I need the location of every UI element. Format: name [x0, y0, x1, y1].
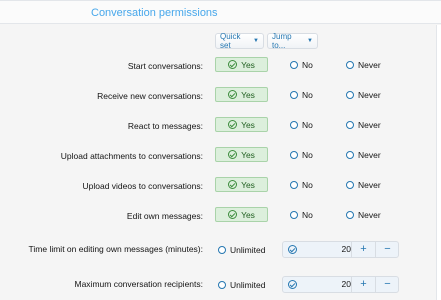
yes-label: Yes [241, 89, 255, 100]
no-option[interactable]: No [290, 150, 313, 160]
radio-circle-icon [290, 61, 298, 69]
never-option[interactable]: Never [346, 120, 381, 130]
permission-label: Upload attachments to conversations: [60, 151, 203, 161]
never-label: Never [358, 180, 381, 190]
check-circle-icon [228, 210, 238, 219]
yes-label: Yes [241, 209, 255, 220]
check-circle-icon [287, 245, 297, 254]
no-label: No [302, 90, 313, 100]
radio-circle-icon [218, 281, 226, 289]
unlimited-label: Unlimited [230, 280, 266, 290]
no-label: No [302, 60, 313, 70]
check-circle-icon [228, 180, 238, 189]
permission-label: React to messages: [127, 121, 203, 131]
no-option[interactable]: No [290, 180, 313, 190]
unlimited-option[interactable]: Unlimited [218, 245, 265, 255]
enabled-toggle[interactable] [285, 244, 299, 255]
check-circle-icon [228, 90, 238, 99]
no-label: No [302, 180, 313, 190]
radio-circle-icon [290, 211, 298, 219]
no-option[interactable]: No [290, 120, 313, 130]
yes-option[interactable]: Yes [215, 117, 268, 132]
radio-circle-icon [218, 246, 226, 254]
no-label: No [302, 210, 313, 220]
yes-option[interactable]: Yes [215, 207, 268, 222]
permission-label: Edit own messages: [126, 211, 203, 221]
no-option[interactable]: No [290, 210, 313, 220]
permission-label: Start conversations: [127, 61, 203, 71]
radio-circle-icon [290, 151, 298, 159]
never-option[interactable]: Never [346, 60, 381, 70]
radio-circle-icon [346, 211, 354, 219]
radio-circle-icon [346, 181, 354, 189]
never-label: Never [358, 60, 381, 70]
unlimited-option[interactable]: Unlimited [218, 280, 265, 290]
quick-set-button[interactable]: Quick set ▼ [215, 32, 264, 50]
never-option[interactable]: Never [346, 180, 381, 190]
time-limit-label: Time limit on editing own messages (minu… [28, 244, 203, 254]
max-recipients-spinbox[interactable]: 20 + − [282, 276, 399, 293]
never-option[interactable]: Never [346, 90, 381, 100]
never-option[interactable]: Never [346, 150, 381, 160]
permission-label: Upload videos to conversations: [82, 181, 204, 191]
no-option[interactable]: No [290, 60, 313, 70]
yes-label: Yes [241, 59, 255, 70]
check-circle-icon [287, 280, 297, 289]
section-title: Conversation permissions [91, 7, 218, 19]
check-circle-icon [228, 150, 238, 159]
permission-label: Receive new conversations: [97, 91, 203, 101]
never-option[interactable]: Never [346, 210, 381, 220]
radio-circle-icon [346, 91, 354, 99]
enabled-toggle[interactable] [285, 279, 299, 290]
radio-circle-icon [346, 121, 354, 129]
jump-to-label: Jump to... [272, 32, 292, 50]
yes-option[interactable]: Yes [215, 177, 268, 192]
check-circle-icon [228, 120, 238, 129]
yes-label: Yes [241, 119, 255, 130]
never-label: Never [358, 90, 381, 100]
no-label: No [302, 120, 313, 130]
never-label: Never [358, 210, 381, 220]
yes-option[interactable]: Yes [215, 87, 268, 102]
decrement-button[interactable]: − [375, 242, 399, 257]
radio-circle-icon [290, 121, 298, 129]
radio-circle-icon [346, 61, 354, 69]
check-circle-icon [228, 60, 238, 69]
increment-button[interactable]: + [351, 242, 375, 257]
increment-button[interactable]: + [351, 277, 375, 292]
radio-circle-icon [346, 151, 354, 159]
radio-circle-icon [290, 181, 298, 189]
never-label: Never [358, 150, 381, 160]
never-label: Never [358, 120, 381, 130]
yes-label: Yes [241, 149, 255, 160]
no-label: No [302, 150, 313, 160]
decrement-button[interactable]: − [375, 277, 399, 292]
max-recipients-value[interactable]: 20 [301, 278, 351, 291]
jump-to-button[interactable]: Jump to... ▼ [267, 32, 318, 50]
section-header: Conversation permissions [0, 0, 441, 24]
yes-option[interactable]: Yes [215, 147, 268, 162]
yes-option[interactable]: Yes [215, 57, 268, 72]
caret-down-icon: ▼ [307, 38, 313, 44]
yes-label: Yes [241, 179, 255, 190]
no-option[interactable]: No [290, 90, 313, 100]
max-recipients-label: Maximum conversation recipients: [74, 279, 204, 289]
radio-circle-icon [290, 91, 298, 99]
time-limit-spinbox[interactable]: 20 + − [282, 241, 399, 258]
right-edge [436, 25, 441, 300]
caret-down-icon: ▼ [253, 38, 259, 44]
unlimited-label: Unlimited [230, 245, 266, 255]
quick-set-label: Quick set [220, 32, 241, 50]
time-limit-value[interactable]: 20 [301, 243, 351, 256]
